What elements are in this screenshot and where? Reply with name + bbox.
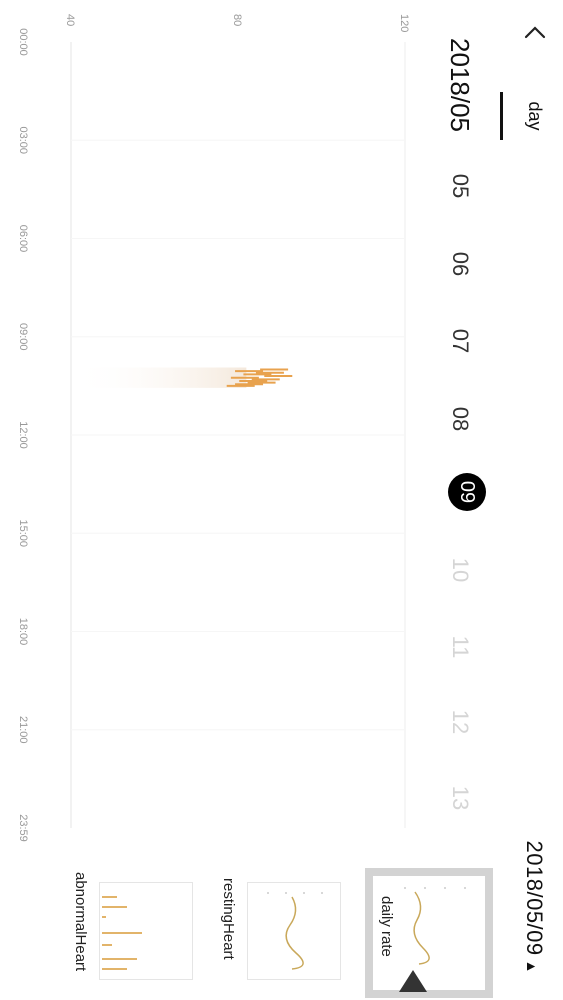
thumb-label-resting-heart: restingHeart [220, 878, 237, 960]
x-tick-label: 12:00 [17, 421, 29, 449]
day-10[interactable]: 10 [447, 550, 473, 590]
dropdown-triangle-icon: ▲ [524, 959, 540, 974]
mini-line-chart-icon [404, 887, 466, 965]
abnormal-heart-thumbnail[interactable] [99, 882, 193, 980]
x-tick-label: 21:00 [17, 716, 29, 744]
day-07[interactable]: 07 [447, 321, 473, 361]
thumb-label-abnormal-heart: abnormalHeart [72, 872, 89, 972]
day-05[interactable]: 05 [447, 166, 473, 206]
selected-indicator-icon [399, 970, 427, 992]
resting-heart-thumbnail[interactable] [247, 882, 341, 980]
x-tick-label: 00:00 [17, 28, 29, 56]
y-tick-label: 80 [231, 14, 243, 26]
day-12[interactable]: 12 [447, 702, 473, 742]
tab-day[interactable]: day [524, 86, 545, 146]
heart-rate-screen: day 2018/05/09 ▲ 2018/05 05 06 07 08 09 10 11 12… [0, 0, 563, 1000]
day-13[interactable]: 13 [447, 778, 473, 818]
back-chevron-icon[interactable] [520, 18, 550, 48]
x-tick-label: 09:00 [17, 323, 29, 351]
heart-rate-chart: 40 80 120 00:00 03:00 06:00 09:00 12:00 15:00 18:… [17, 14, 410, 842]
day-08[interactable]: 08 [447, 399, 473, 439]
current-date-label: 2018/05/09 [522, 840, 547, 956]
x-tick-label: 03:00 [17, 126, 29, 154]
x-tick-label: 23:59 [17, 814, 29, 842]
range-shading [71, 367, 247, 388]
day-06[interactable]: 06 [447, 244, 473, 284]
metric-thumbnails: daily rate restingHeart abnormalHeart [0, 868, 493, 1000]
mini-line-chart-icon [267, 892, 323, 970]
x-tick-label: 18:00 [17, 618, 29, 646]
mini-bar-chart-icon [102, 896, 142, 970]
current-date-selector[interactable]: 2018/05/09 ▲ [521, 841, 547, 974]
y-tick-label: 40 [64, 14, 76, 26]
x-tick-label: 15:00 [17, 519, 29, 547]
month-label: 2018/05 [445, 38, 475, 132]
y-tick-label: 120 [398, 14, 410, 32]
thumb-label-daily-rate: daily rate [378, 896, 395, 957]
day-11[interactable]: 11 [447, 627, 473, 667]
x-tick-label: 06:00 [17, 225, 29, 253]
day-09[interactable]: 09 [448, 473, 486, 511]
